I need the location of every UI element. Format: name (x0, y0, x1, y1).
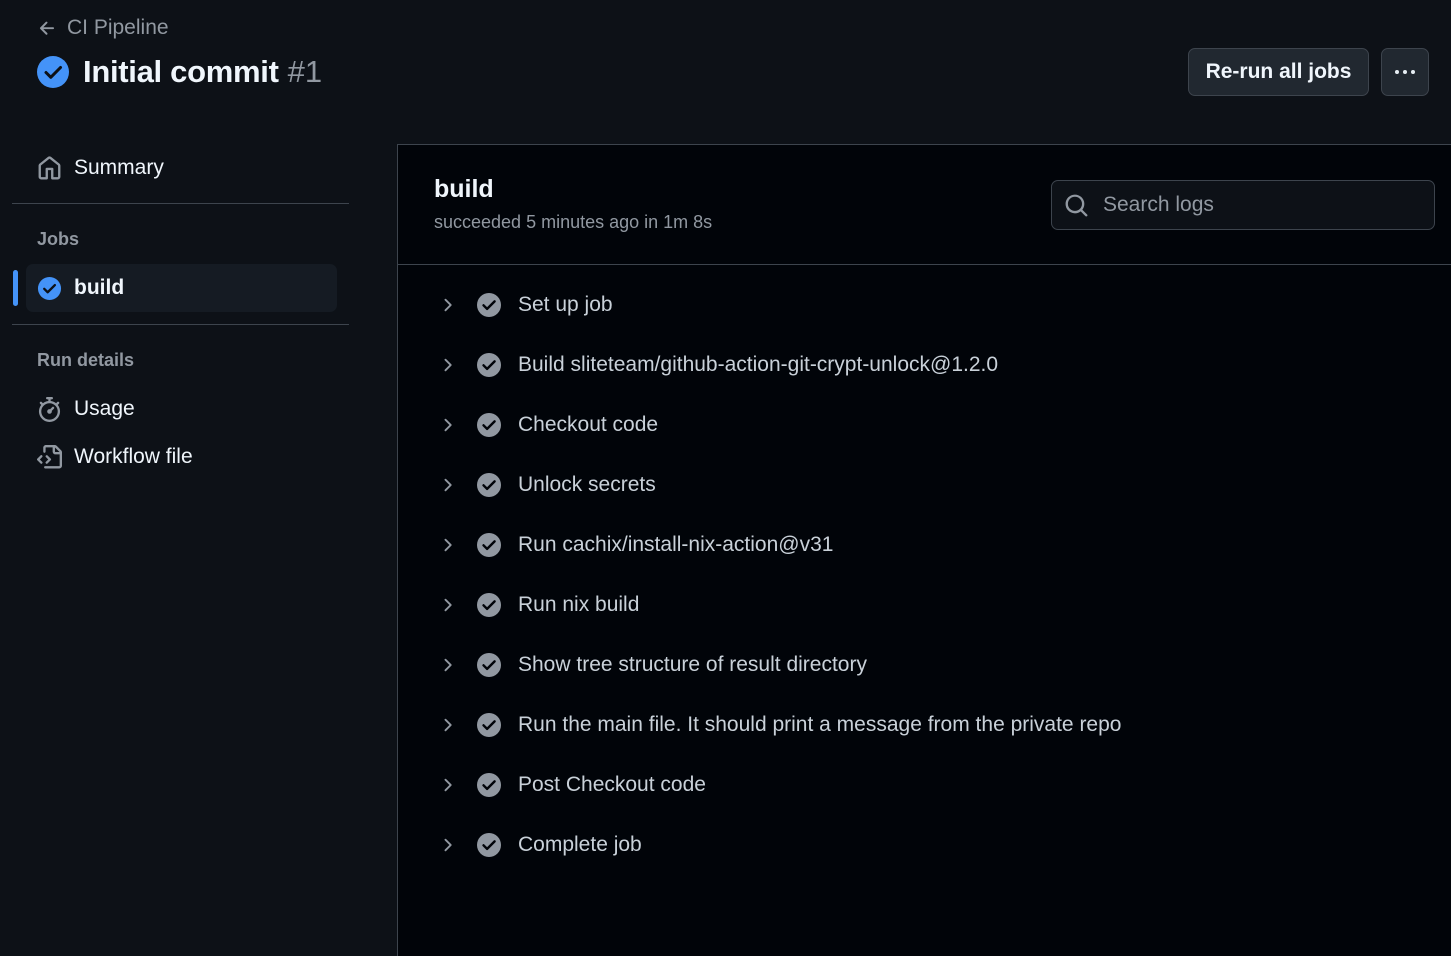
check-circle-icon (477, 773, 501, 797)
job-step-label: Run the main file. It should print a mes… (518, 713, 1122, 736)
run-title-row: Initial commit #1 (36, 53, 322, 91)
search-icon (1065, 194, 1088, 216)
check-circle-icon (37, 276, 62, 300)
job-step-label: Checkout code (518, 413, 659, 436)
check-circle-icon (477, 713, 501, 737)
sidebar-item-label: build (74, 276, 125, 299)
job-step-label: Complete job (518, 833, 642, 856)
chevron-right-icon (444, 718, 452, 732)
check-circle-icon (477, 473, 501, 497)
sidebar-item-workflow-file[interactable]: Workflow file (26, 433, 337, 481)
job-step-label: Run cachix/install-nix-action@v31 (518, 533, 834, 556)
job-step[interactable]: Checkout code (398, 395, 1451, 455)
chevron-right-icon (444, 598, 452, 612)
check-circle-icon (477, 653, 501, 677)
chevron-right-icon (444, 358, 452, 372)
jobs-heading: Jobs (37, 229, 80, 249)
sidebar-item-label: Usage (74, 397, 135, 420)
job-step[interactable]: Run the main file. It should print a mes… (398, 695, 1451, 755)
job-step[interactable]: Build sliteteam/github-action-git-crypt-… (398, 335, 1451, 395)
sidebar-divider (12, 203, 349, 204)
check-circle-icon (477, 533, 501, 557)
job-step[interactable]: Show tree structure of result directory (398, 635, 1451, 695)
home-icon (38, 155, 61, 179)
job-step-label: Run nix build (518, 593, 640, 616)
chevron-right-icon (444, 838, 452, 852)
sidebar-item-usage[interactable]: Usage (26, 385, 337, 433)
job-step-label: Unlock secrets (518, 473, 656, 496)
file-code-icon (37, 444, 62, 468)
run-number: #1 (287, 54, 323, 89)
job-step[interactable]: Unlock secrets (398, 455, 1451, 515)
check-circle-icon (477, 293, 501, 317)
sidebar-item-job-build[interactable]: build (26, 264, 337, 312)
stopwatch-icon (38, 396, 61, 422)
chevron-right-icon (444, 658, 452, 672)
run-title: Initial commit (83, 54, 279, 89)
sidebar-item-label: Workflow file (74, 445, 193, 468)
more-options-button[interactable] (1381, 48, 1429, 96)
chevron-right-icon (444, 778, 452, 792)
panel-divider (398, 264, 1451, 265)
back-link-label: CI Pipeline (67, 16, 169, 39)
job-title: build (434, 175, 494, 203)
rerun-all-jobs-button[interactable]: Re-run all jobs (1188, 48, 1369, 96)
chevron-right-icon (444, 538, 452, 552)
job-log-panel: build succeeded 5 minutes ago in 1m 8s S… (397, 144, 1451, 956)
sidebar-item-label: Summary (74, 156, 164, 179)
chevron-right-icon (444, 418, 452, 432)
check-circle-icon (477, 593, 501, 617)
job-step[interactable]: Post Checkout code (398, 755, 1451, 815)
run-details-heading: Run details (37, 350, 135, 370)
chevron-right-icon (444, 478, 452, 492)
sidebar-item-summary[interactable]: Summary (26, 144, 337, 192)
check-circle-icon (477, 833, 501, 857)
search-logs-box[interactable] (1051, 180, 1435, 230)
arrow-left-icon (39, 21, 55, 35)
job-step-label: Build sliteteam/github-action-git-crypt-… (518, 353, 999, 376)
sidebar-divider (12, 324, 349, 325)
kebab-horizontal-icon (1395, 70, 1415, 74)
job-step[interactable]: Run cachix/install-nix-action@v31 (398, 515, 1451, 575)
job-step[interactable]: Set up job (398, 275, 1451, 335)
active-indicator (13, 270, 18, 306)
search-logs-input[interactable] (1101, 192, 1405, 218)
job-step[interactable]: Run nix build (398, 575, 1451, 635)
job-status-meta: succeeded 5 minutes ago in 1m 8s (434, 212, 713, 232)
chevron-right-icon (444, 298, 452, 312)
back-to-workflow-link[interactable]: CI Pipeline (37, 14, 169, 42)
job-step-label: Set up job (518, 293, 613, 316)
job-step-label: Show tree structure of result directory (518, 653, 867, 676)
check-circle-icon (37, 56, 69, 88)
job-step[interactable]: Complete job (398, 815, 1451, 875)
check-circle-icon (477, 413, 501, 437)
workflow-run-page: CI Pipeline Initial commit #1 Re-run all… (0, 0, 1451, 956)
job-steps-list: Set up job Build sliteteam/github-action… (398, 275, 1451, 875)
job-step-label: Post Checkout code (518, 773, 706, 796)
check-circle-icon (477, 353, 501, 377)
